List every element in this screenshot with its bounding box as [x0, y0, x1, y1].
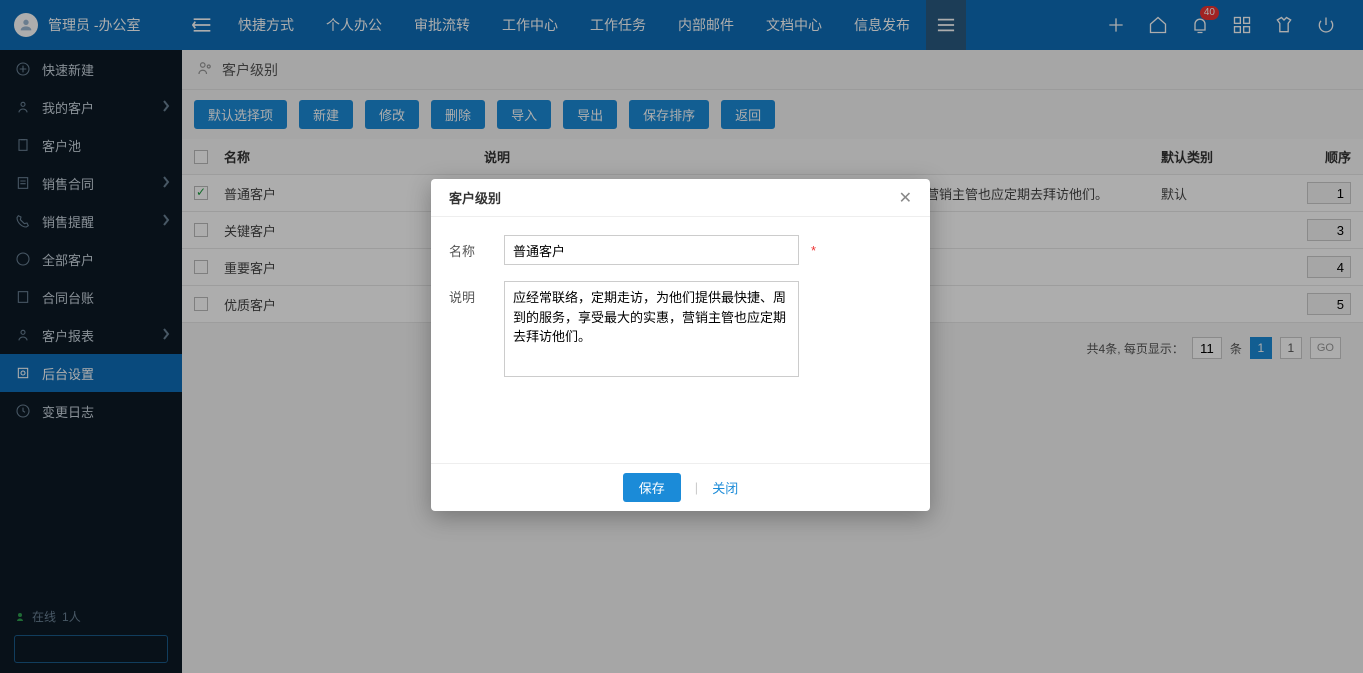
- modal-dialog: 客户级别 ✕ 名称 * 说明 保存 | 关闭: [431, 179, 930, 511]
- form-label-desc: 说明: [449, 281, 504, 306]
- close-icon[interactable]: ✕: [899, 188, 912, 208]
- modal-save-button[interactable]: 保存: [623, 473, 681, 502]
- form-name-input[interactable]: [504, 235, 799, 265]
- modal-header: 客户级别 ✕: [431, 179, 930, 217]
- modal-separator: |: [695, 480, 698, 495]
- modal-footer: 保存 | 关闭: [431, 463, 930, 511]
- modal-title: 客户级别: [449, 188, 501, 207]
- modal-body: 名称 * 说明: [431, 217, 930, 463]
- modal-close-button[interactable]: 关闭: [712, 478, 738, 497]
- required-mark: *: [811, 243, 816, 258]
- form-label-name: 名称: [449, 235, 504, 260]
- form-desc-textarea[interactable]: [504, 281, 799, 377]
